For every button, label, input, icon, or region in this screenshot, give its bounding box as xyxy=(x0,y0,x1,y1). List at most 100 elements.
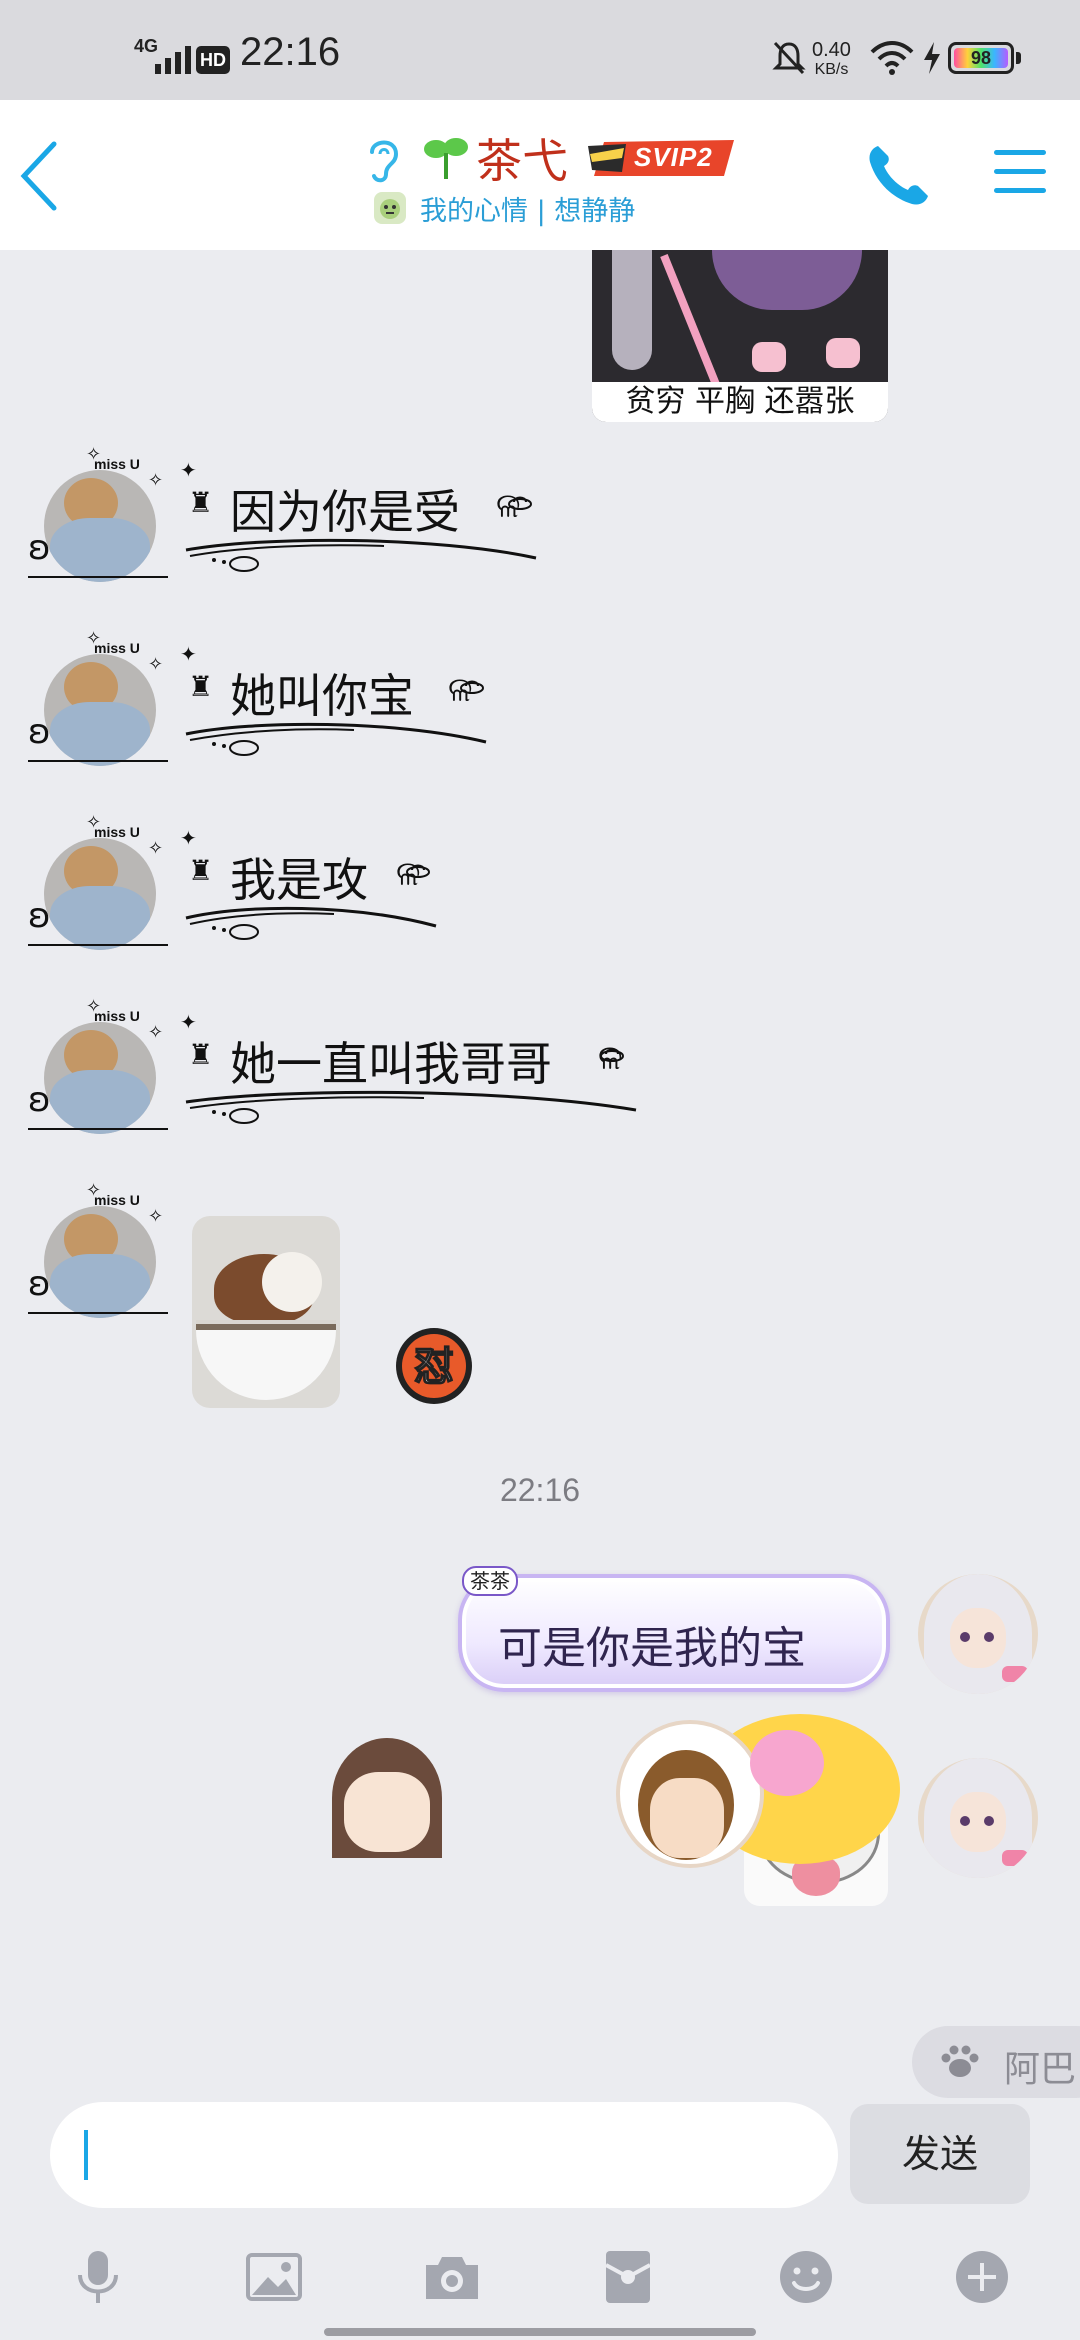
side-chip[interactable]: 阿巴 xyxy=(912,2026,1080,2098)
battery-cap xyxy=(1016,52,1021,64)
avatar-line xyxy=(28,1312,168,1314)
emoji-icon[interactable] xyxy=(776,2247,836,2307)
avatar-image xyxy=(44,470,156,582)
bottom-toolbar xyxy=(0,2225,1080,2335)
paw-icon xyxy=(941,2045,979,2077)
bunny-icon: ଳ xyxy=(496,486,521,526)
sticker-art xyxy=(660,253,724,397)
sparkle-icon: ✧ xyxy=(86,628,102,649)
side-chip-label: 阿巴 xyxy=(1004,2049,1077,2090)
sparkle-icon: ✧ xyxy=(148,838,164,859)
charging-icon xyxy=(924,42,940,74)
character-art xyxy=(650,1778,724,1858)
my-avatar[interactable] xyxy=(918,1758,1038,1878)
red-packet-icon[interactable] xyxy=(598,2247,658,2307)
bunny-icon: ଳ xyxy=(448,670,473,710)
sprout-icon xyxy=(424,138,468,179)
avatar-image xyxy=(44,654,156,766)
sparkle-icon: ✧ xyxy=(148,654,164,675)
battery-indicator: 98 xyxy=(948,42,1014,74)
sparkle-icon: ✧ xyxy=(148,470,164,491)
timestamp: 22:16 xyxy=(499,1472,581,1508)
camera-icon[interactable] xyxy=(422,2247,482,2307)
bunny-icon: ʚ xyxy=(28,528,51,568)
sparkle-icon: ✧ xyxy=(148,1022,164,1043)
back-button[interactable] xyxy=(14,136,64,216)
clock: 22:16 xyxy=(240,30,341,74)
bunny-icon: ʚ xyxy=(28,896,51,936)
text-bubble[interactable]: ✦ ♜ 她一直叫我哥哥 ଳ xyxy=(180,1002,640,1124)
sparkle-icon: ✦ xyxy=(180,642,197,666)
signal-icon xyxy=(155,46,191,74)
pet-sticker[interactable] xyxy=(192,1216,340,1408)
sticker-art xyxy=(196,1320,336,1400)
wifi-icon xyxy=(870,41,914,75)
mouse-art xyxy=(750,1730,824,1796)
title-row[interactable]: 茶弋 SVIP2 xyxy=(360,128,736,188)
sparkle-icon: ✦ xyxy=(180,826,197,850)
sticker-art xyxy=(752,342,786,372)
chat-header: 茶弋 SVIP2 我的心情 | 想静静 xyxy=(0,100,1080,250)
message-input[interactable] xyxy=(50,2102,838,2208)
contact-avatar[interactable]: miss U ✧ ✧ ʚ xyxy=(28,444,174,582)
bunny-icon: ʚ xyxy=(28,1080,51,1120)
avatar-image xyxy=(44,838,156,950)
text-caret xyxy=(84,2130,88,2180)
phone-call-button[interactable] xyxy=(864,140,934,210)
input-bar: 发送 xyxy=(0,2100,1080,2220)
contact-avatar[interactable]: miss U ✧ ✧ ʚ xyxy=(28,628,174,766)
contact-name: 茶弋 xyxy=(476,134,568,188)
sparkle-icon: ✧ xyxy=(86,812,102,833)
sparkle-icon: ✦ xyxy=(180,458,197,482)
mute-icon xyxy=(772,41,806,75)
avatar-line xyxy=(28,1128,168,1130)
avatar-line xyxy=(28,760,168,762)
speed-value: 0.40 xyxy=(812,39,851,61)
text-bubble[interactable]: ✦ ♜ 因为你是受 ଳ xyxy=(180,450,540,572)
plus-icon[interactable] xyxy=(952,2247,1012,2307)
sticker-art xyxy=(826,338,860,368)
sparkle-icon: ✧ xyxy=(148,1206,164,1227)
hd-badge: HD xyxy=(196,46,230,74)
text-bubble[interactable]: ✦ ♜ 她叫你宝 ଳ xyxy=(180,634,490,756)
image-icon[interactable] xyxy=(244,2247,304,2307)
contact-avatar[interactable]: miss U ✧ ✧ ʚ xyxy=(28,996,174,1134)
mood-text: 我的心情 | 想静静 xyxy=(420,195,636,227)
status-bar: 4G HD 22:16 0.40 KB/s 98 xyxy=(0,0,1080,100)
home-indicator[interactable] xyxy=(324,2328,756,2336)
underline-decoration xyxy=(185,538,537,572)
sticker-art xyxy=(262,1252,322,1312)
avatar-image xyxy=(44,1206,156,1318)
menu-button[interactable] xyxy=(992,144,1048,200)
text-bubble[interactable]: ✦ ♜ 我是攻 ଳ xyxy=(180,818,440,940)
bubble-tag: 茶茶 xyxy=(462,1566,518,1596)
speed-unit: KB/s xyxy=(814,61,849,78)
mood-face-icon xyxy=(374,192,406,224)
message-text: 可是你是我的宝 xyxy=(498,1623,806,1674)
sparkle-icon: ✧ xyxy=(86,1180,102,1201)
underline-decoration xyxy=(185,1090,637,1124)
character-art xyxy=(344,1772,430,1852)
bunny-icon: ʚ xyxy=(28,712,51,752)
theme-characters xyxy=(320,1714,920,1868)
contact-avatar[interactable]: miss U ✧ ✧ ʚ xyxy=(28,1180,174,1318)
vip-text-bubble[interactable]: 茶茶 可是你是我的宝 xyxy=(458,1566,890,1692)
underline-decoration xyxy=(185,722,487,756)
bunny-icon: ଳ xyxy=(598,1038,623,1078)
send-button[interactable]: 发送 xyxy=(850,2104,1030,2204)
reaction-icon[interactable]: 怼 xyxy=(394,1326,474,1406)
svip-badge: SVIP2 xyxy=(586,136,736,180)
microphone-icon[interactable] xyxy=(68,2247,128,2307)
rocket-icon: ♜ xyxy=(188,670,214,703)
sticker-art xyxy=(712,250,862,310)
avatar-line xyxy=(28,944,168,946)
battery-level: 98 xyxy=(954,48,1008,68)
sticker-art xyxy=(612,250,652,370)
rocket-icon: ♜ xyxy=(188,486,214,519)
contact-avatar[interactable]: miss U ✧ ✧ ʚ xyxy=(28,812,174,950)
reaction-glyph: 怼 xyxy=(414,1344,454,1390)
sticker-message[interactable]: 贫穷 平胸 还嚣张 xyxy=(592,250,888,422)
my-avatar[interactable] xyxy=(918,1574,1038,1694)
bunny-icon: ଳ xyxy=(396,854,421,894)
mood-status[interactable]: 我的心情 | 想静静 xyxy=(374,186,635,230)
